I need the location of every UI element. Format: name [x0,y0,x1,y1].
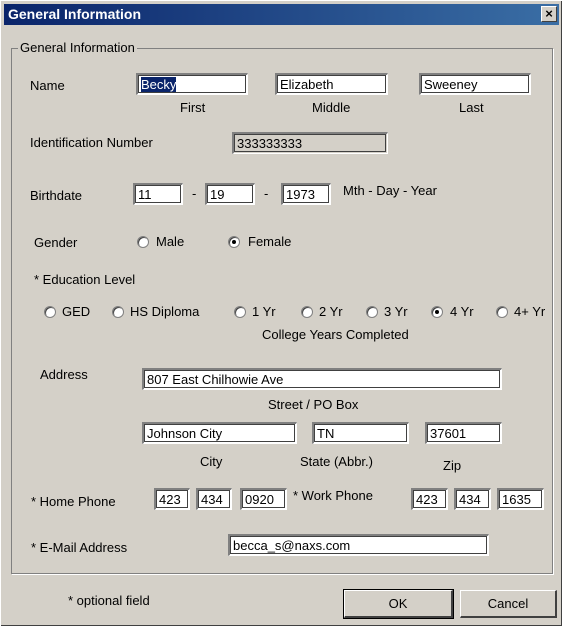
edu-1yr-label[interactable]: 1 Yr [252,304,276,319]
ok-button[interactable]: OK [343,589,454,619]
edu-hs-diploma-radio[interactable] [112,306,124,318]
id-number-field[interactable]: 333333333 [232,132,388,154]
first-caption: First [180,100,206,115]
education-level-label: * Education Level [34,272,136,287]
close-icon: × [545,6,553,21]
edu-4plus-yr-radio[interactable] [496,306,508,318]
home-phone-prefix-field[interactable]: 434 [196,488,232,510]
home-phone-line-field[interactable]: 0920 [240,488,287,510]
ok-button-label: OK [388,596,408,611]
edu-2yr-label[interactable]: 2 Yr [319,304,343,319]
edu-hs-diploma-label[interactable]: HS Diploma [130,304,199,319]
work-phone-label: * Work Phone [293,488,373,503]
window-title: General Information [8,6,142,22]
date-separator-1: - [192,186,197,201]
name-label: Name [30,78,65,93]
email-field[interactable]: becca_s@naxs.com [228,534,489,556]
radio-selected-dot [435,310,439,314]
close-button[interactable]: × [541,6,557,22]
last-caption: Last [459,100,484,115]
edu-ged-label[interactable]: GED [62,304,90,319]
work-phone-line-field[interactable]: 1635 [497,488,544,510]
group-legend: General Information [18,40,137,55]
edu-4plus-yr-label[interactable]: 4+ Yr [514,304,545,319]
edu-2yr-radio[interactable] [301,306,313,318]
first-name-field[interactable]: Becky [136,73,248,95]
birthdate-label: Birthdate [30,188,83,203]
birth-day-field[interactable]: 19 [205,183,255,205]
edu-3yr-label[interactable]: 3 Yr [384,304,408,319]
zip-field[interactable]: 37601 [425,422,502,444]
edu-4yr-label[interactable]: 4 Yr [450,304,474,319]
zip-caption: Zip [443,458,462,473]
city-field[interactable]: Johnson City [142,422,297,444]
birth-month-field[interactable]: 11 [133,183,183,205]
gender-female-label[interactable]: Female [248,234,291,249]
radio-selected-dot [232,240,236,244]
cancel-button[interactable]: Cancel [460,590,557,618]
title-bar[interactable]: General Information × [4,4,559,25]
work-phone-area-field[interactable]: 423 [411,488,448,510]
state-field[interactable]: TN [312,422,409,444]
edu-4yr-radio[interactable] [431,306,443,318]
edu-ged-radio[interactable] [44,306,56,318]
middle-caption: Middle [312,100,351,115]
gender-label: Gender [34,235,78,250]
birth-year-field[interactable]: 1973 [281,183,331,205]
gender-female-radio[interactable] [228,236,240,248]
street-field[interactable]: 807 East Chilhowie Ave [142,368,502,390]
date-separator-2: - [264,186,269,201]
birthdate-format-hint: Mth - Day - Year [343,183,437,198]
middle-name-field[interactable]: Elizabeth [275,73,388,95]
gender-male-label[interactable]: Male [156,234,184,249]
home-phone-label: * Home Phone [31,494,116,509]
edu-1yr-radio[interactable] [234,306,246,318]
id-number-label: Identification Number [30,135,153,150]
work-phone-prefix-field[interactable]: 434 [454,488,491,510]
address-label: Address [40,367,88,382]
email-label: * E-Mail Address [31,540,128,555]
first-name-value: Becky [141,77,177,92]
last-name-field[interactable]: Sweeney [419,73,531,95]
optional-field-note: * optional field [68,593,150,608]
home-phone-area-field[interactable]: 423 [154,488,190,510]
college-years-caption: College Years Completed [262,327,409,342]
edu-3yr-radio[interactable] [366,306,378,318]
street-caption: Street / PO Box [268,397,359,412]
city-caption: City [200,454,223,469]
gender-male-radio[interactable] [137,236,149,248]
state-caption: State (Abbr.) [300,454,373,469]
cancel-button-label: Cancel [487,596,529,611]
